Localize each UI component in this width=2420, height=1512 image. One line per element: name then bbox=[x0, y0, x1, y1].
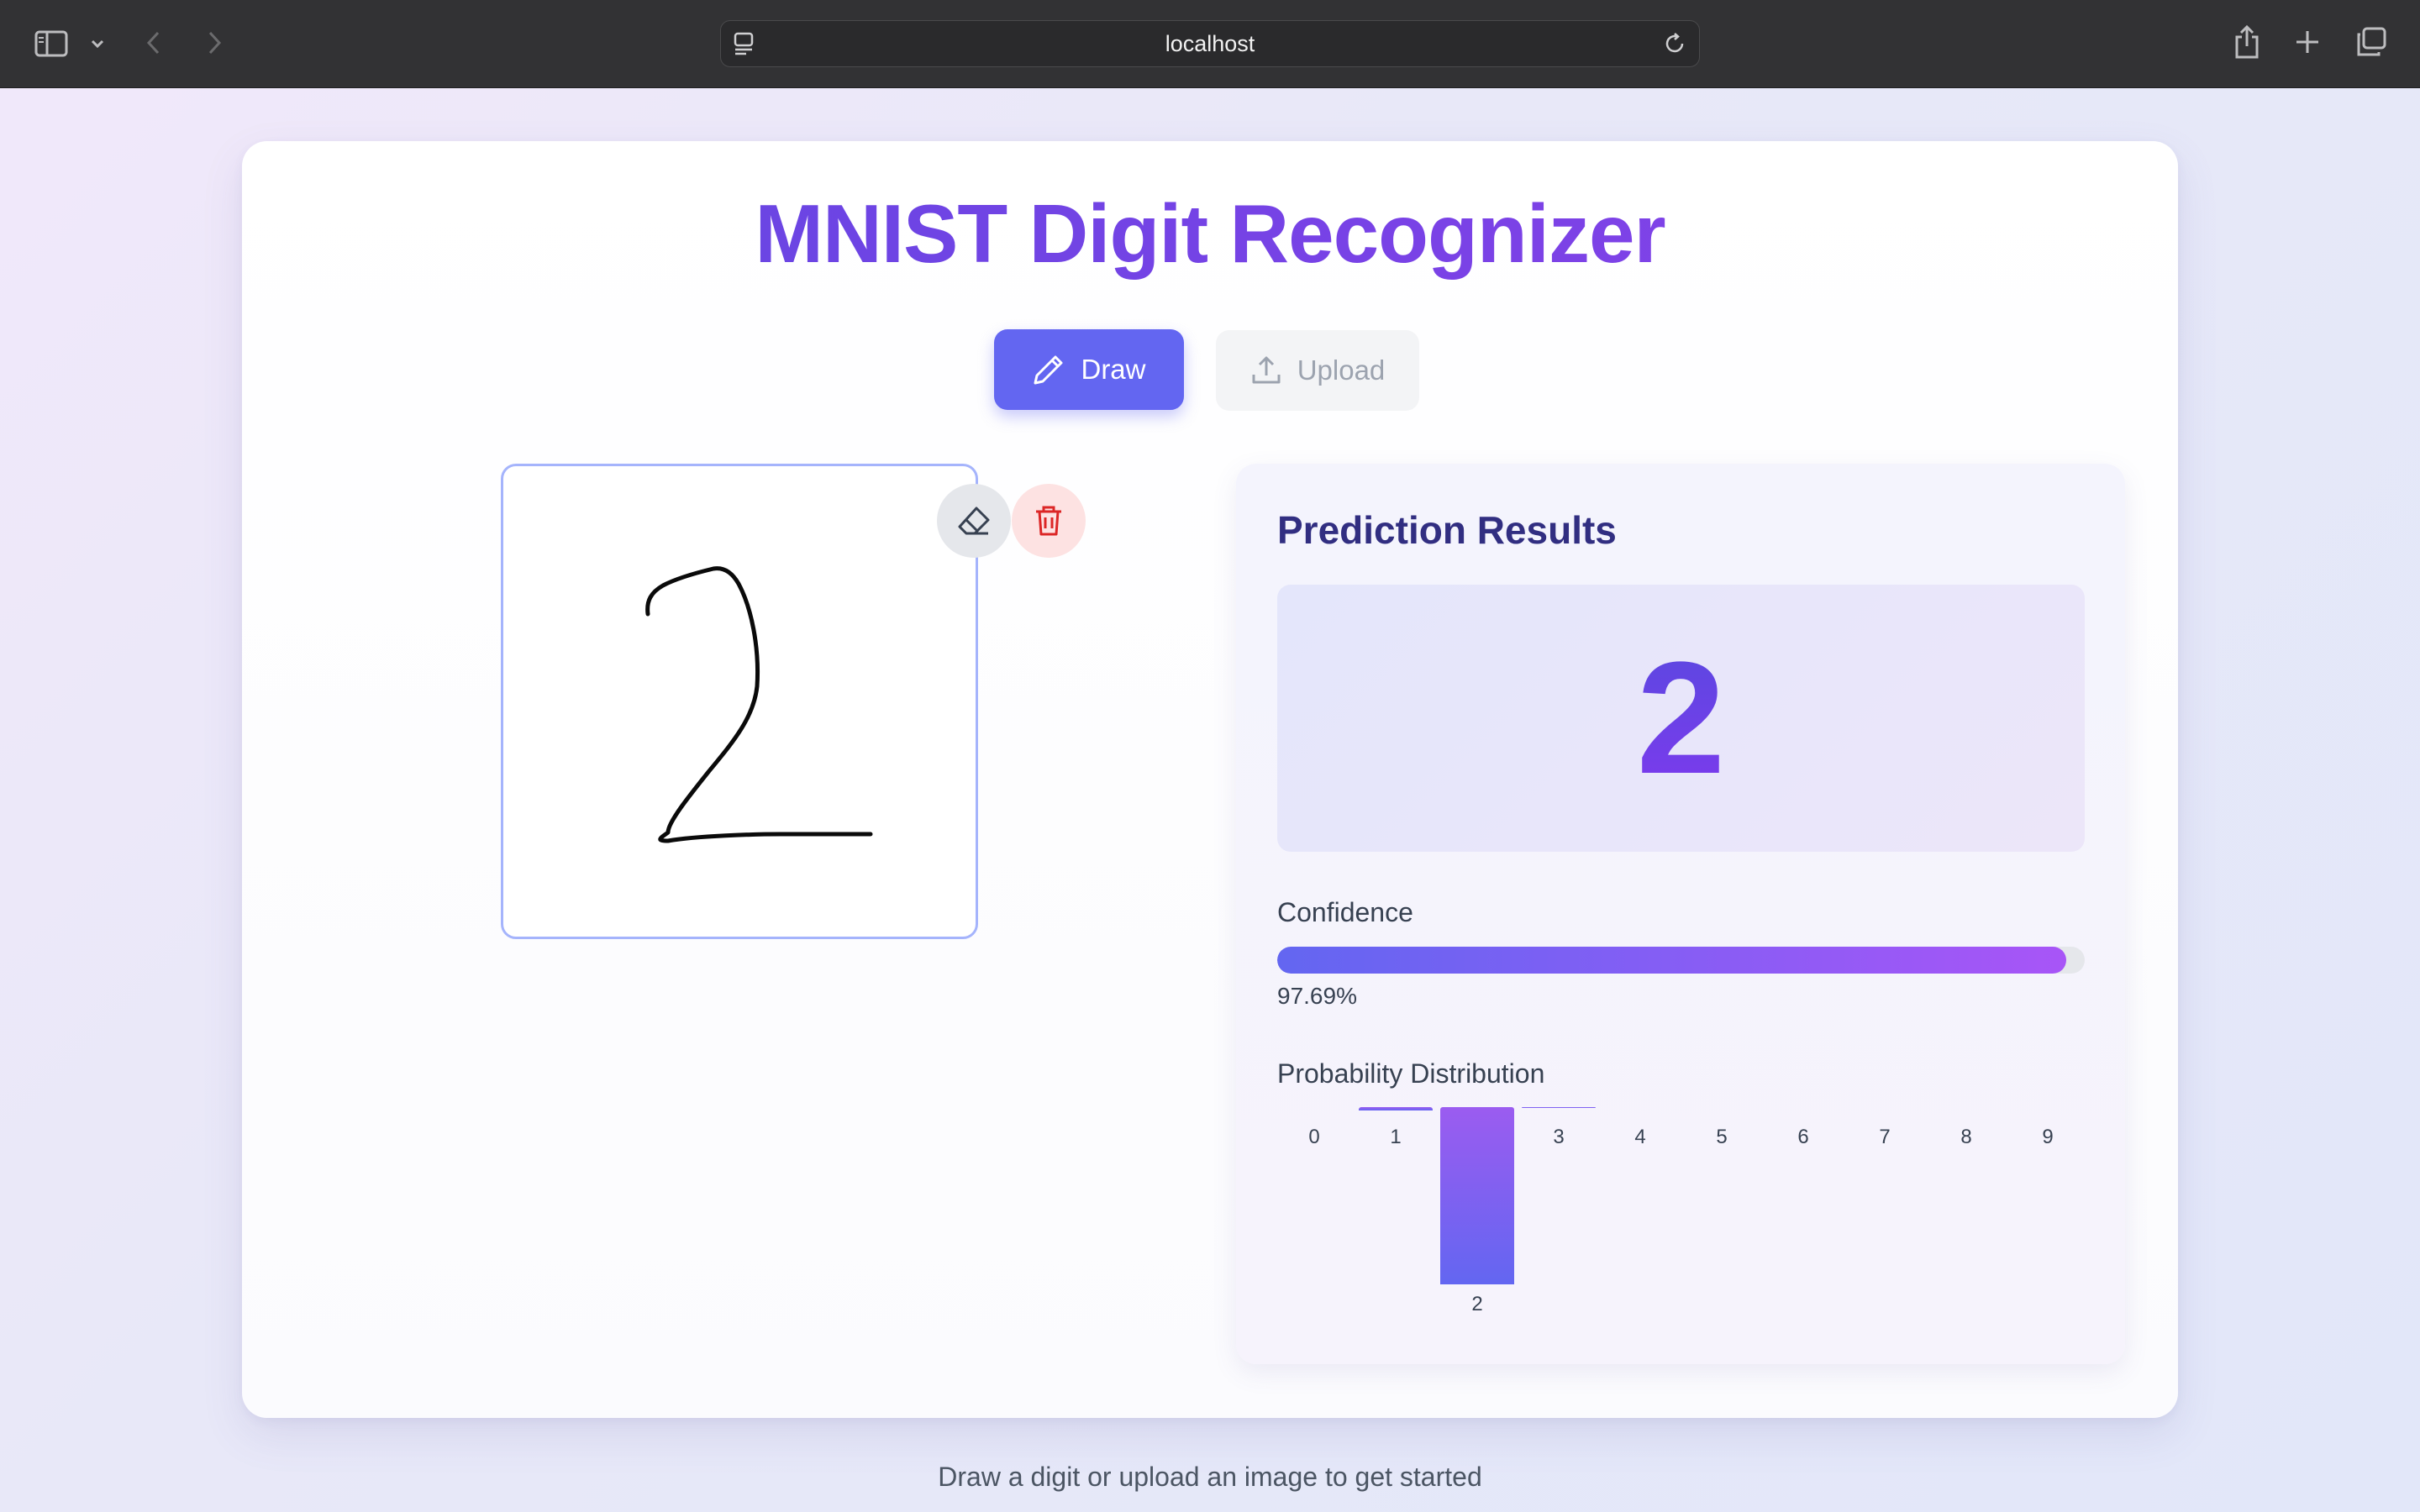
bar-label-5: 5 bbox=[1716, 1126, 1728, 1148]
browser-toolbar: localhost bbox=[0, 0, 2420, 88]
clear-canvas-button[interactable] bbox=[1012, 484, 1086, 558]
upload-mode-label: Upload bbox=[1297, 354, 1386, 386]
tab-overview-button[interactable] bbox=[2353, 25, 2390, 59]
share-button[interactable] bbox=[2228, 22, 2265, 62]
url-text: localhost bbox=[1165, 30, 1255, 56]
probability-bar-1 bbox=[1359, 1107, 1433, 1110]
footer-hint: Draw a digit or upload an image to get s… bbox=[938, 1462, 1482, 1492]
upload-mode-button[interactable]: Upload bbox=[1216, 330, 1419, 411]
predicted-digit: 2 bbox=[1636, 629, 1726, 807]
draw-mode-button[interactable]: Draw bbox=[994, 329, 1184, 410]
draw-mode-label: Draw bbox=[1081, 354, 1146, 385]
eraser-icon bbox=[958, 507, 990, 535]
chevron-right-icon bbox=[208, 31, 222, 55]
tab-menu-button[interactable] bbox=[86, 32, 109, 55]
pencil-icon bbox=[1034, 355, 1063, 385]
results-title: Prediction Results bbox=[1277, 508, 1617, 552]
confidence-value: 97.69% bbox=[1277, 983, 1357, 1009]
bar-label-8: 8 bbox=[1960, 1126, 1972, 1148]
page-settings-icon bbox=[734, 32, 754, 55]
drawn-digit-stroke bbox=[645, 566, 873, 843]
sidebar-toggle-button[interactable] bbox=[32, 28, 71, 60]
probability-bar-3 bbox=[1522, 1107, 1596, 1108]
bar-label-0: 0 bbox=[1308, 1126, 1320, 1148]
tabs-icon bbox=[2357, 27, 2386, 56]
bar-label-3: 3 bbox=[1553, 1126, 1565, 1148]
bar-label-4: 4 bbox=[1634, 1126, 1646, 1148]
eraser-button[interactable] bbox=[937, 484, 1011, 558]
sidebar-icon bbox=[34, 30, 68, 57]
confidence-label: Confidence bbox=[1277, 897, 1413, 927]
upload-icon bbox=[1252, 356, 1281, 384]
drawing-canvas[interactable] bbox=[501, 464, 978, 939]
chevron-left-icon bbox=[146, 31, 160, 55]
plus-icon bbox=[2296, 31, 2318, 53]
share-icon bbox=[2235, 24, 2259, 59]
bar-label-2: 2 bbox=[1471, 1293, 1483, 1315]
confidence-bar bbox=[1277, 947, 2085, 974]
prediction-box: 2 bbox=[1277, 585, 2085, 852]
new-tab-button[interactable] bbox=[2291, 25, 2324, 59]
chevron-down-icon bbox=[91, 39, 104, 49]
distribution-label: Probability Distribution bbox=[1277, 1058, 1545, 1089]
forward-button[interactable] bbox=[200, 25, 229, 60]
reload-icon[interactable] bbox=[1662, 31, 1687, 56]
bar-label-7: 7 bbox=[1879, 1126, 1891, 1148]
address-bar[interactable]: localhost bbox=[720, 20, 1700, 67]
probability-bar-2 bbox=[1440, 1107, 1514, 1284]
bar-label-6: 6 bbox=[1797, 1126, 1809, 1148]
page-title: MNIST Digit Recognizer bbox=[0, 186, 2420, 281]
confidence-bar-fill bbox=[1277, 947, 2066, 974]
bar-label-1: 1 bbox=[1390, 1126, 1402, 1148]
back-button[interactable] bbox=[139, 25, 168, 60]
probability-chart: 0 1 2 3 4 5 6 7 8 9 bbox=[1277, 1107, 2085, 1326]
trash-icon bbox=[1036, 506, 1061, 536]
bar-label-9: 9 bbox=[2042, 1126, 2054, 1148]
